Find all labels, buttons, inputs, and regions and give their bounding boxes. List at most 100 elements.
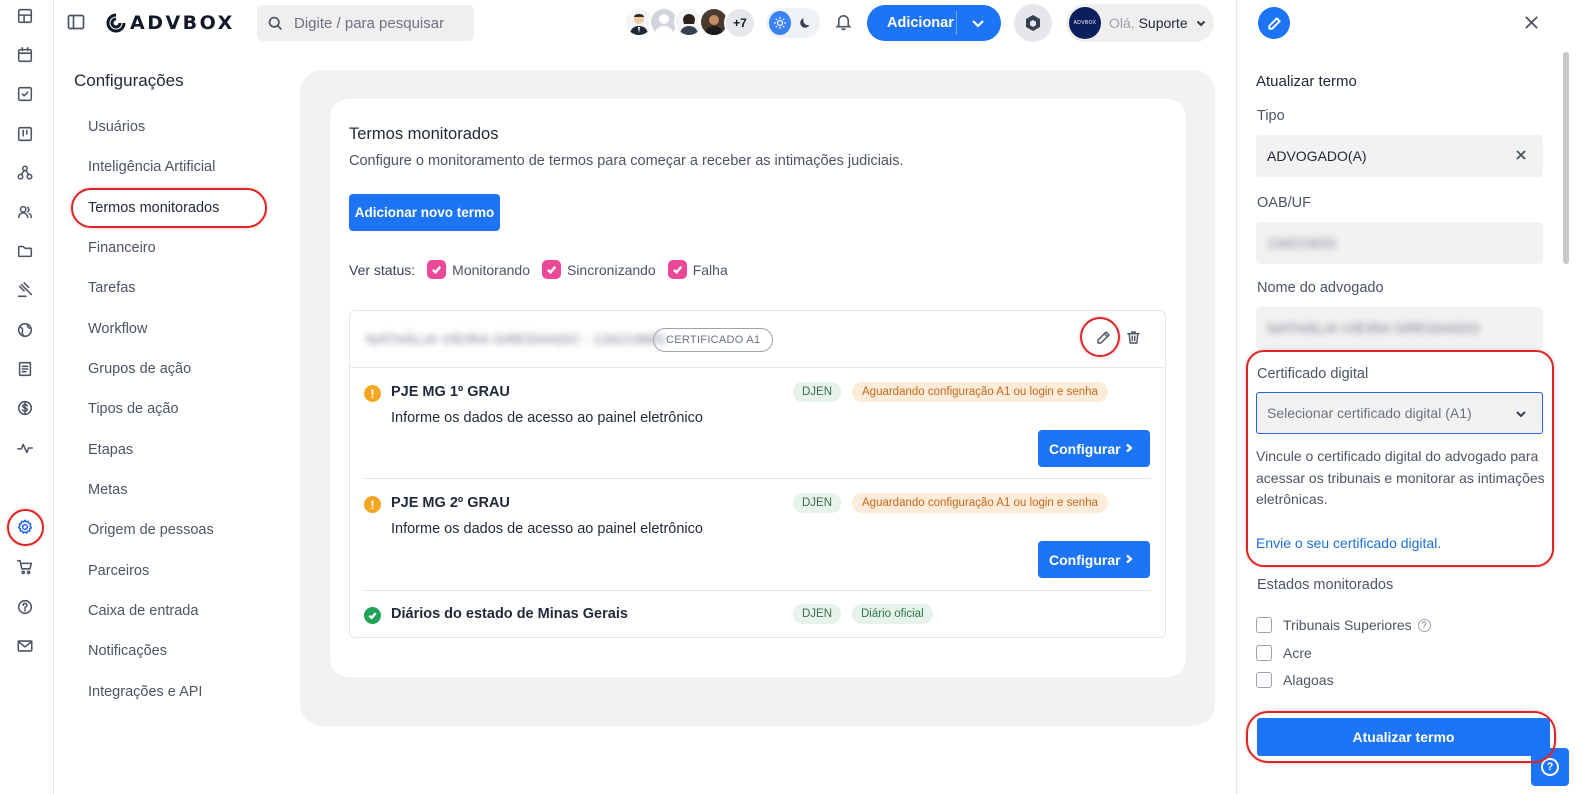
settings-item-financeiro[interactable]: Financeiro — [88, 240, 156, 256]
add-new-term-button[interactable]: Adicionar novo termo — [349, 194, 500, 231]
theme-toggle[interactable] — [766, 8, 820, 38]
settings-item-caixa-entrada[interactable]: Caixa de entrada — [88, 603, 198, 619]
mail-icon[interactable] — [15, 636, 35, 656]
settings-item-grupos-acao[interactable]: Grupos de ação — [88, 361, 191, 377]
status-tag: Diário oficial — [852, 604, 933, 624]
gavel-icon[interactable] — [15, 280, 35, 300]
checkbox[interactable] — [1256, 645, 1272, 661]
checkbox-checked[interactable] — [667, 260, 687, 279]
oab-field[interactable]: 1342192G — [1256, 222, 1543, 264]
settings-item-usuarios[interactable]: Usuários — [88, 119, 145, 135]
settings-item-tipos-acao[interactable]: Tipos de ação — [88, 401, 179, 417]
settings-icon[interactable] — [15, 517, 35, 537]
state-option-label: Alagoas — [1283, 672, 1334, 688]
states-label: Estados monitorados — [1257, 577, 1394, 593]
dashboard-icon[interactable] — [15, 6, 35, 26]
settings-item-etapas[interactable]: Etapas — [88, 442, 133, 458]
pencil-icon[interactable] — [1095, 329, 1115, 349]
tribunal-row: Diários do estado de Minas Gerais DJEN D… — [364, 604, 1151, 630]
configure-button-label: Configurar — [1049, 551, 1121, 568]
team-avatars[interactable]: +7 — [624, 7, 756, 39]
chevron-down-icon — [1196, 20, 1205, 27]
money-icon[interactable] — [15, 398, 35, 418]
checkbox[interactable] — [1256, 617, 1272, 633]
tribunal-description: Informe os dados de acesso ao painel ele… — [391, 521, 703, 537]
settings-item-ia[interactable]: Inteligência Artificial — [88, 159, 215, 175]
user-menu[interactable]: ADVBOX Olá, Suporte — [1066, 4, 1214, 42]
kanban-icon[interactable] — [15, 124, 35, 144]
edit-term-drawer: Atualizar termo Tipo ADVOGADO(A) OAB/UF … — [1236, 0, 1594, 794]
app-logo[interactable]: ADVBOX — [106, 10, 235, 36]
status-filter-monitorando-label: Monitorando — [452, 261, 530, 278]
settings-item-termos-monitorados[interactable]: Termos monitorados — [88, 200, 219, 216]
status-tag: Aguardando configuração A1 ou login e se… — [852, 493, 1108, 513]
status-filter-sincronizando[interactable]: Sincronizando — [541, 260, 656, 279]
certificate-select[interactable]: Selecionar certificado digital (A1) — [1256, 392, 1543, 434]
book-icon[interactable] — [15, 359, 35, 379]
state-option-tribunais-superiores[interactable]: Tribunais Superiores ? — [1256, 617, 1431, 633]
moon-icon[interactable] — [795, 11, 817, 35]
greeting-text: Olá, — [1109, 15, 1135, 31]
user-greeting: Olá, Suporte — [1109, 15, 1188, 31]
settings-item-parceiros[interactable]: Parceiros — [88, 563, 149, 579]
settings-item-workflow[interactable]: Workflow — [88, 321, 147, 337]
settings-item-notificacoes[interactable]: Notificações — [88, 643, 167, 659]
type-field[interactable]: ADVOGADO(A) — [1256, 135, 1543, 177]
lawyer-name-field[interactable]: NATHÁLIA VIEIRA GREGHADO — [1256, 307, 1543, 349]
divider — [364, 590, 1151, 591]
people-icon[interactable] — [15, 202, 35, 222]
workflow-icon[interactable] — [15, 163, 35, 183]
sidebar-toggle-icon[interactable] — [66, 12, 86, 32]
clear-icon[interactable] — [1515, 148, 1529, 162]
cart-icon[interactable] — [15, 557, 35, 577]
upload-certificate-link[interactable]: Envie o seu certificado digital. — [1256, 535, 1441, 551]
info-icon[interactable]: ? — [1417, 618, 1431, 632]
logo-mark-icon — [106, 13, 126, 33]
close-icon[interactable] — [1523, 14, 1541, 32]
warning-icon: ! — [364, 385, 381, 402]
bell-icon[interactable] — [834, 12, 854, 32]
page-title: Termos monitorados — [349, 125, 499, 143]
cube-icon[interactable] — [1014, 4, 1052, 42]
trash-icon[interactable] — [1125, 329, 1145, 349]
tasks-icon[interactable] — [15, 84, 35, 104]
more-avatars-badge[interactable]: +7 — [724, 7, 756, 39]
tribunal-description: Informe os dados de acesso ao painel ele… — [391, 410, 703, 426]
certificate-badge: CERTIFICADO A1 — [653, 328, 774, 352]
chevron-down-icon — [1516, 411, 1526, 418]
checkbox-checked[interactable] — [427, 260, 447, 279]
certificate-label: Certificado digital — [1257, 366, 1369, 382]
settings-item-metas[interactable]: Metas — [88, 482, 128, 498]
icon-rail — [0, 0, 54, 794]
sun-icon[interactable] — [769, 11, 791, 35]
checkbox[interactable] — [1256, 672, 1272, 688]
help-icon[interactable] — [15, 597, 35, 617]
source-tag: DJEN — [793, 604, 842, 624]
settings-item-tarefas[interactable]: Tarefas — [88, 280, 136, 296]
check-icon — [546, 265, 557, 274]
global-search[interactable] — [257, 5, 474, 41]
page-subtitle: Configure o monitoramento de termos para… — [349, 153, 904, 169]
oab-label: OAB/UF — [1257, 195, 1311, 211]
add-button[interactable]: Adicionar — [867, 5, 1001, 41]
settings-item-integracoes[interactable]: Integrações e API — [88, 684, 202, 700]
term-name-blurred: NATHÁLIA VIEIRA GREGHADO - 134219MG — [366, 331, 667, 347]
state-option-alagoas[interactable]: Alagoas — [1256, 672, 1334, 688]
configure-button-label: Configurar — [1049, 440, 1121, 457]
folder-icon[interactable] — [15, 241, 35, 261]
status-filter-falha[interactable]: Falha — [667, 260, 728, 279]
configure-button[interactable]: Configurar — [1038, 430, 1150, 467]
configure-button[interactable]: Configurar — [1038, 541, 1150, 578]
scrollbar[interactable] — [1563, 52, 1569, 264]
update-term-button[interactable]: Atualizar termo — [1257, 718, 1550, 756]
activity-icon[interactable] — [15, 438, 35, 458]
calendar-icon[interactable] — [15, 45, 35, 65]
checkbox-checked[interactable] — [541, 260, 561, 279]
status-filter-monitorando[interactable]: Monitorando — [427, 260, 530, 279]
help-button[interactable]: ? — [1531, 748, 1569, 786]
state-option-acre[interactable]: Acre — [1256, 645, 1312, 661]
user-avatar: ADVBOX — [1069, 7, 1101, 39]
search-input[interactable] — [294, 14, 454, 32]
settings-item-origem-pessoas[interactable]: Origem de pessoas — [88, 522, 214, 538]
globe-icon[interactable] — [15, 320, 35, 340]
